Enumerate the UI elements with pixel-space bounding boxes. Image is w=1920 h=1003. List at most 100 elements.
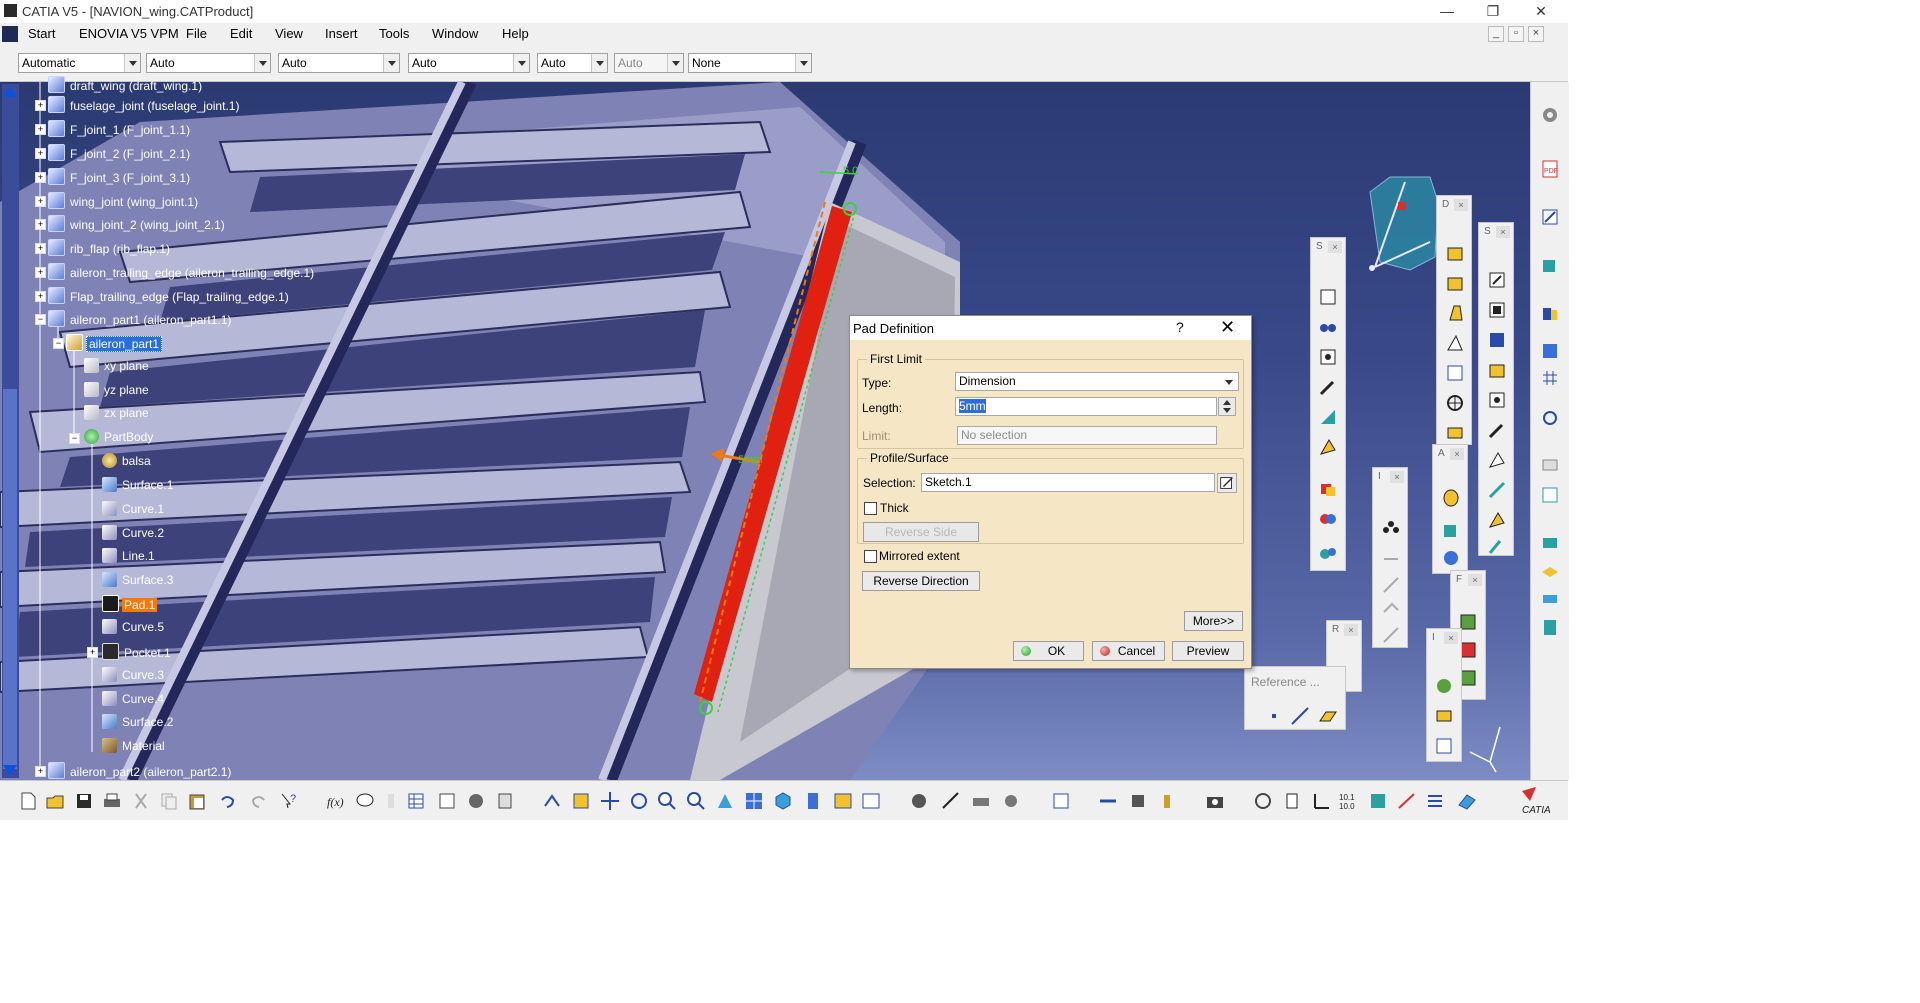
layer-combo[interactable]: None: [688, 53, 812, 73]
tree-node[interactable]: rib_flap (rib_flap.1): [48, 239, 172, 257]
expand-icon[interactable]: +: [35, 100, 46, 111]
axis-icon[interactable]: [1310, 790, 1332, 812]
remove-face-icon[interactable]: [1444, 420, 1466, 442]
close-icon[interactable]: ×: [1390, 471, 1404, 483]
cylinder-icon[interactable]: [1440, 487, 1462, 509]
camera-icon[interactable]: [1204, 790, 1226, 812]
slot-icon[interactable]: [1486, 449, 1508, 471]
close-icon[interactable]: ×: [1444, 632, 1458, 644]
tree-node[interactable]: zx plane: [84, 405, 151, 423]
shell-icon[interactable]: [1444, 332, 1466, 354]
formula-icon[interactable]: f(x): [325, 790, 347, 812]
tree-node[interactable]: F_joint_1 (F_joint_1.1): [48, 120, 192, 138]
part-design-icon[interactable]: [1539, 254, 1561, 276]
save-icon[interactable]: [73, 790, 95, 812]
selection-field[interactable]: Sketch.1: [921, 473, 1215, 492]
print-icon[interactable]: [101, 790, 123, 812]
expand-icon[interactable]: +: [35, 148, 46, 159]
analysis-icon[interactable]: [1539, 340, 1561, 362]
tree-node[interactable]: fuselage_joint (fuselage_joint.1): [48, 96, 241, 114]
catia-logo-icon[interactable]: [2, 26, 18, 42]
length-spinner[interactable]: [1218, 397, 1236, 416]
tree-node[interactable]: Pocket.1: [102, 643, 173, 661]
menu-view[interactable]: View: [275, 26, 303, 41]
rib-icon[interactable]: [1486, 419, 1508, 441]
groove-icon[interactable]: [1486, 359, 1508, 381]
tree-node[interactable]: wing_joint_2 (wing_joint_2.1): [48, 215, 227, 233]
measure-between-icon[interactable]: [940, 790, 962, 812]
mirror-icon[interactable]: [1380, 548, 1402, 570]
comment-icon[interactable]: [354, 790, 376, 812]
gear-green-icon[interactable]: [1433, 675, 1455, 697]
hide-show-icon[interactable]: [832, 790, 854, 812]
tree-node[interactable]: Curve.2: [102, 525, 166, 543]
expand-icon[interactable]: +: [35, 219, 46, 230]
ruler-icon[interactable]: [1539, 454, 1561, 476]
type-select[interactable]: Dimension: [955, 372, 1239, 391]
sketcher-icon[interactable]: [1539, 206, 1561, 228]
fit-all-icon[interactable]: [570, 790, 592, 812]
tree-node[interactable]: draft_wing (draft_wing.1): [48, 76, 204, 94]
whats-this-icon[interactable]: ?: [278, 790, 300, 812]
expand-icon[interactable]: +: [35, 124, 46, 135]
snap-icon[interactable]: [1097, 790, 1119, 812]
plane-icon[interactable]: [1317, 705, 1339, 727]
draft-icon[interactable]: [1444, 302, 1466, 324]
menu-file[interactable]: File: [186, 26, 207, 41]
expand-icon[interactable]: +: [87, 647, 98, 658]
tree-node[interactable]: Surface.3: [102, 572, 175, 590]
expand-icon[interactable]: +: [35, 172, 46, 183]
hand-icon[interactable]: [1281, 790, 1303, 812]
tree-node[interactable]: Flap_trailing_edge (Flap_trailing_edge.1…: [48, 287, 291, 305]
tree-node-active[interactable]: Pad.1: [102, 595, 158, 613]
open-icon[interactable]: [44, 790, 66, 812]
tree-node-selected[interactable]: aileron_part1: [66, 334, 163, 352]
fly-mode-icon[interactable]: [541, 790, 563, 812]
sphere-icon[interactable]: [1440, 547, 1462, 569]
sketch-edit-icon[interactable]: [1217, 473, 1237, 493]
reverse-side-button[interactable]: Reverse Side: [863, 522, 979, 542]
expand-icon[interactable]: +: [35, 267, 46, 278]
cancel-button[interactable]: Cancel: [1092, 641, 1165, 661]
minimize-button[interactable]: —: [1432, 2, 1462, 20]
tree-node[interactable]: aileron_part1 (aileron_part1.1): [48, 310, 233, 328]
tree-node[interactable]: PartBody: [84, 429, 155, 447]
table-icon[interactable]: [405, 790, 427, 812]
close-icon[interactable]: ×: [1468, 574, 1482, 586]
tree-node[interactable]: aileron_part2 (aileron_part2.1): [48, 762, 233, 780]
expand-icon[interactable]: +: [35, 243, 46, 254]
measure-inertia-icon[interactable]: [1000, 790, 1022, 812]
remove-loft-icon[interactable]: [1486, 535, 1508, 557]
cube-icon[interactable]: [1440, 519, 1462, 541]
target-icon[interactable]: [1317, 346, 1339, 368]
numeric-display-icon[interactable]: 10.110.0: [1338, 790, 1360, 812]
thick-checkbox[interactable]: [864, 502, 877, 515]
scroll-down-icon[interactable]: [3, 765, 17, 776]
line-icon[interactable]: [1289, 705, 1311, 727]
parameter-icon[interactable]: [494, 790, 516, 812]
pad-icon[interactable]: [1486, 269, 1508, 291]
expand-icon[interactable]: +: [35, 291, 46, 302]
union-icon[interactable]: [1317, 508, 1339, 530]
tree-node[interactable]: Curve.5: [102, 619, 166, 637]
tree-node[interactable]: wing_joint (wing_joint.1): [48, 192, 200, 210]
bottle-icon[interactable]: [1156, 790, 1178, 812]
copy-icon[interactable]: [158, 790, 180, 812]
iso-view-icon[interactable]: [772, 790, 794, 812]
measure-item-icon[interactable]: [970, 790, 992, 812]
sketch-profile-icon[interactable]: [1317, 286, 1339, 308]
color-combo[interactable]: Automatic: [18, 53, 141, 73]
rotate-icon[interactable]: [628, 790, 650, 812]
surface-analysis-icon[interactable]: [1456, 790, 1478, 812]
multi-view-icon[interactable]: [743, 790, 765, 812]
constraint-icon[interactable]: [1396, 790, 1418, 812]
menu-insert[interactable]: Insert: [325, 26, 358, 41]
expand-icon[interactable]: +: [35, 766, 46, 777]
pencil-icon[interactable]: [1317, 376, 1339, 398]
law-icon[interactable]: [465, 790, 487, 812]
tree-node[interactable]: Curve.1: [102, 501, 166, 519]
reverse-direction-button[interactable]: Reverse Direction: [862, 571, 980, 591]
swap-visible-space-icon[interactable]: [860, 790, 882, 812]
fillet-icon[interactable]: [1444, 242, 1466, 264]
restore-button[interactable]: ❐: [1478, 2, 1508, 20]
